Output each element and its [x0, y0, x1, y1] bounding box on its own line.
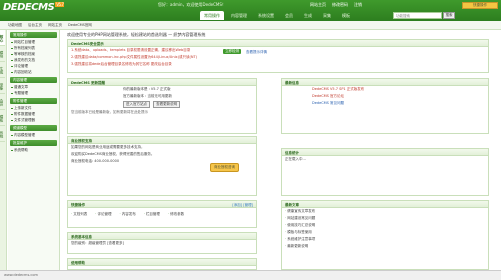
quick-publish-link[interactable]: 内容发布: [119, 212, 136, 217]
main-nav: 常用操作 内容管理 系统设置 会员 生成 采集 模板: [200, 11, 354, 20]
sidebar-item[interactable]: 系统帮助: [8, 147, 59, 153]
search-button[interactable]: 搜索: [443, 12, 455, 19]
top-links: 网站主页 修改密码 注销: [310, 2, 362, 8]
business-consult-button[interactable]: 商业授权咨询: [210, 163, 239, 172]
quick-action-button[interactable]: 快捷操作: [462, 2, 498, 9]
article-item[interactable]: 系统维护注意事项: [282, 236, 488, 243]
admin-home-link[interactable]: 后台主页: [28, 23, 42, 27]
logout-link[interactable]: 注销: [354, 2, 362, 8]
article-item[interactable]: 健康宣传文章发布: [282, 208, 488, 215]
tip-detail-link[interactable]: 查看提示详情: [246, 50, 267, 55]
tab-member[interactable]: 会员: [281, 11, 297, 20]
tab-template[interactable]: 模板: [338, 11, 354, 20]
panel-title: 快捷操作: [71, 202, 85, 207]
official-link[interactable]: DedeCMS官网: [68, 23, 92, 27]
article-item[interactable]: 使用技巧汇总说明: [282, 222, 488, 229]
sidebar: 常用操作 网站栏目管理 所有档案列表 等审核的档案 我发布的文档 评论管理 内容…: [8, 30, 60, 270]
article-item[interactable]: 模板与标签使用: [282, 229, 488, 236]
articles-panel: 最新文章 健康宣传文章发布 网站建设常见问题 使用技巧汇总说明 模板与标签使用 …: [281, 200, 489, 270]
sidebar-head-attach[interactable]: 附件管理: [10, 98, 57, 104]
tab-generate[interactable]: 生成: [300, 11, 316, 20]
news-item[interactable]: DedeCMS V5.7 SP1 正式版发布: [282, 86, 488, 93]
article-item[interactable]: 最新更新说明: [282, 243, 488, 250]
official-site-button[interactable]: 进入官方站点: [123, 101, 150, 108]
sidebar-item[interactable]: 内容回收站: [8, 69, 59, 75]
sub-bar: 功能地图 后台主页 网站主页 DedeCMS官网: [0, 21, 501, 30]
security-tip-panel: DedeCMS安全提示 1.系统data、uploads、templets 目录…: [67, 39, 489, 73]
sidebar-head-channel[interactable]: 频道模型: [10, 125, 57, 131]
system-info-text: 您的级别：超级管理员 [查看更多]: [71, 241, 124, 245]
panel-title: 系统基本信息: [68, 233, 256, 240]
version-text: 你的最新版本是 : V5.7 正式版: [123, 87, 171, 91]
site-home-link[interactable]: 网站主页: [48, 23, 62, 27]
news-panel: 最新信息 DedeCMS V5.7 SP1 正式版发布 DedeCMS 官方论坛…: [281, 78, 489, 134]
quick-comment-link[interactable]: 评论管理: [95, 212, 111, 217]
system-info-panel: 系统基本信息 您的级别：超级管理员 [查看更多]: [67, 232, 257, 254]
version-text: 官方最新版本 : 当前无可用更新: [123, 94, 172, 98]
panel-title: 最新信息: [282, 79, 488, 86]
tip-line: 1.系统data、uploads、templets 目录权限请设置正确，建议移出…: [71, 48, 191, 52]
version-panel: DedeCMS 更新提醒 你的最新版本是 : V5.7 正式版 官方最新版本 :…: [67, 78, 257, 134]
quick-panel-actions[interactable]: [添加] [管理]: [232, 203, 253, 208]
sidebar-item[interactable]: 专题管理: [8, 90, 59, 96]
quick-doclist-link[interactable]: 文档列表: [71, 212, 87, 217]
check-button[interactable]: 立即检测: [223, 49, 241, 54]
panel-title: 信息统计: [282, 149, 488, 156]
sidetab-generate[interactable]: 生成: [0, 62, 5, 78]
tip-line: 2.强烈建议data/common.inc.php文件属性设置为644(Linu…: [71, 55, 197, 59]
sidetab-module[interactable]: 模块: [0, 46, 5, 62]
help-panel: 使用帮助: [67, 258, 257, 270]
sidebar-head-common[interactable]: 常用操作: [10, 32, 57, 38]
panel-title: 商业授权支持: [68, 137, 256, 144]
sidetab-system[interactable]: 系统: [0, 126, 5, 142]
sidebar-item[interactable]: 文件式管理器: [8, 117, 59, 123]
business-text: 欢迎购买DedeCMS商业授权，获得完善的售后服务。: [71, 152, 155, 156]
panel-title: DedeCMS 更新提醒: [68, 79, 256, 86]
news-item[interactable]: DedeCMS 官方论坛: [282, 93, 488, 100]
sidetab-collect[interactable]: 采集: [0, 78, 5, 94]
update-info-button[interactable]: 查看更新说明: [153, 101, 181, 108]
quick-category-link[interactable]: 栏目管理: [144, 212, 160, 217]
map-link[interactable]: 功能地图: [8, 23, 22, 27]
version-note: 您当前版本已经是最新版，如有更新将在此处提示: [71, 110, 148, 114]
tab-collect[interactable]: 采集: [319, 11, 335, 20]
sidetab-template[interactable]: 模板: [0, 110, 5, 126]
quick-panel: 快捷操作 [添加] [管理] 文档列表 评论管理 内容发布 栏目管理 修改参数: [67, 200, 257, 228]
status-bar: www.dedecms.com: [0, 270, 501, 280]
top-bar: DEDECMS V5.7 您好：admin，欢迎使用DedeCMS！ 网站主页 修…: [0, 0, 501, 21]
tab-content[interactable]: 内容管理: [227, 11, 251, 20]
main-area: 欢迎使用专业的PHP网站管理系统，轻松建站的首选利器 — 织梦内容管理系统 De…: [61, 30, 501, 270]
tab-system[interactable]: 系统设置: [254, 11, 278, 20]
search-input[interactable]: 功能搜索: [393, 12, 442, 19]
article-item[interactable]: 网站建设常见问题: [282, 215, 488, 222]
business-text: 如果您的网站是商业用途或需要更多技术支持，: [71, 145, 145, 149]
stats-text: 正在载入中...: [285, 157, 306, 161]
password-link[interactable]: 修改密码: [332, 2, 348, 8]
side-tabs: 核心 模块 生成 采集 会员 模板 系统: [0, 30, 7, 270]
business-panel: 商业授权支持 如果您的网站是商业用途或需要更多技术支持， 欢迎购买DedeCMS…: [67, 136, 257, 196]
tab-common[interactable]: 常用操作: [200, 11, 224, 20]
sidetab-core[interactable]: 核心: [0, 30, 5, 46]
news-item[interactable]: DedeCMS 常见问题: [282, 100, 488, 107]
panel-title: 使用帮助: [68, 259, 256, 266]
intro-text: 欢迎使用专业的PHP网站管理系统，轻松建站的首选利器 — 织梦内容管理系统: [67, 32, 206, 37]
sidebar-item[interactable]: 内容模型管理: [8, 132, 59, 138]
sidebar-head-content[interactable]: 内容管理: [10, 77, 57, 83]
sidetab-member[interactable]: 会员: [0, 94, 5, 110]
quick-params-link[interactable]: 修改参数: [168, 212, 184, 217]
panel-title: 最新文章: [282, 201, 488, 208]
panel-title: DedeCMS安全提示: [68, 40, 488, 47]
stats-panel: 信息统计 正在载入中...: [281, 148, 489, 196]
logo: DEDECMS V5.7: [3, 2, 65, 13]
tip-line: 3.强烈建议将dede后台管理目录名修改为其它名称 更改后台目录: [71, 62, 172, 66]
welcome-text: 您好：admin，欢迎使用DedeCMS！: [158, 2, 226, 7]
sidebar-head-batch[interactable]: 批量维护: [10, 140, 57, 146]
home-link[interactable]: 网站主页: [310, 2, 326, 8]
